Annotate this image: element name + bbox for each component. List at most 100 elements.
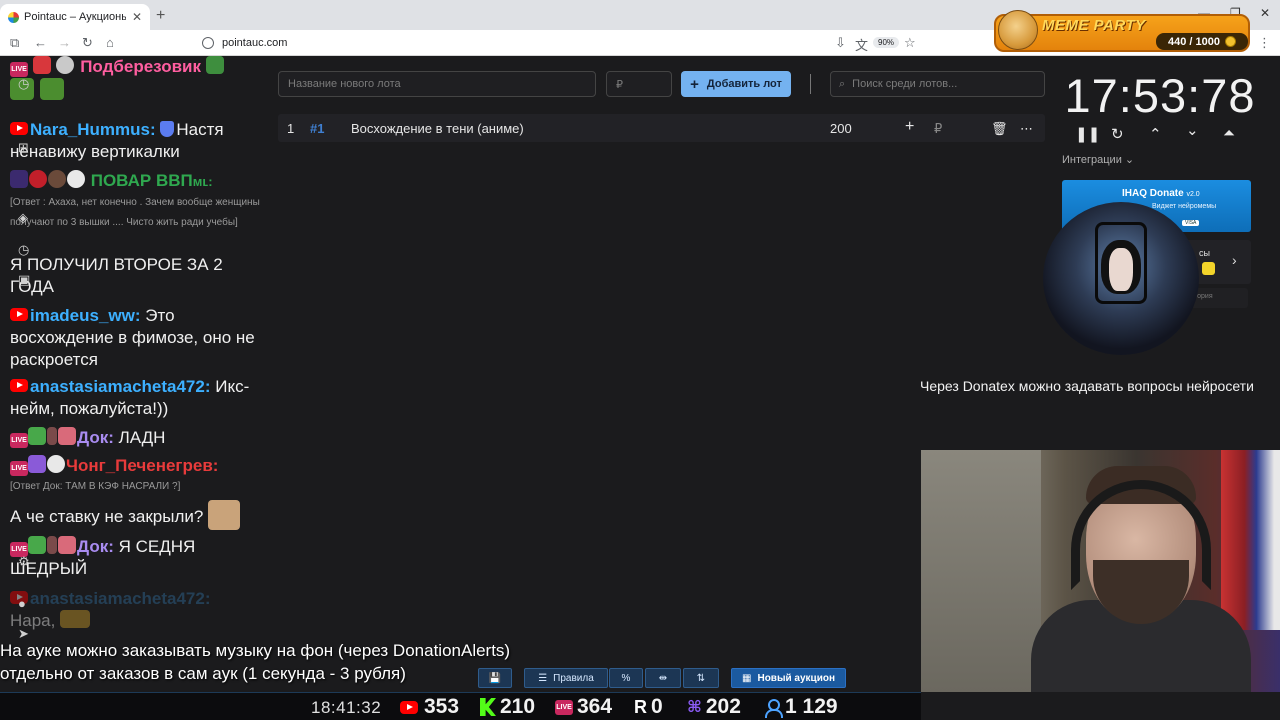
- rules-label: Правила: [553, 672, 594, 684]
- lot-search-input[interactable]: ⌕ Поиск среди лотов...: [830, 71, 1045, 97]
- new-auction-button[interactable]: ▦ Новый аукцион: [731, 668, 846, 688]
- add-lot-label: Добавить лот: [706, 78, 782, 90]
- chat-message: anastasiamacheta472: Нара,: [10, 588, 262, 632]
- split-button[interactable]: ⇹: [645, 668, 681, 688]
- chat-message: Я ПОЛУЧИЛ ВТОРОЕ ЗА 2 ГОДА: [10, 254, 262, 298]
- chat-message: Nara_Hummus: Настя ненавижу вертикалки: [10, 119, 262, 163]
- plus-icon: +: [690, 75, 699, 93]
- twitch-icon: ⌘: [687, 699, 702, 716]
- save-icon-button[interactable]: 💾: [478, 668, 512, 688]
- forward-icon[interactable]: →: [58, 35, 71, 50]
- emote-icon: [28, 536, 46, 554]
- chat-nick: anastasiamacheta472:: [30, 377, 211, 396]
- new-auction-label: Новый аукцион: [757, 672, 835, 684]
- translate-icon[interactable]: 文: [855, 35, 868, 54]
- timer-increase-icon[interactable]: ⌃: [1149, 125, 1162, 143]
- browser-tab[interactable]: Pointauc – Аукционы, лотерея ✕: [0, 4, 150, 30]
- chat-nick: Док:: [77, 537, 114, 556]
- address-bar[interactable]: pointauc.com: [202, 33, 922, 53]
- percent-icon: %: [621, 672, 631, 684]
- kick-viewers: 210: [480, 695, 535, 719]
- new-tab-icon[interactable]: +: [156, 7, 165, 25]
- sort-icon: ⇅: [696, 672, 706, 684]
- home-icon[interactable]: ⌂: [106, 35, 114, 50]
- sort-button[interactable]: ⇅: [683, 668, 719, 688]
- reset-timer-icon[interactable]: ↻: [1111, 125, 1124, 143]
- search-icon: ⌕: [839, 77, 846, 90]
- twitch-viewers: ⌘ 202: [687, 695, 741, 719]
- chat-message: LIVE Чонг_Печенегрев: [Ответ Док: ТАМ В К…: [10, 455, 262, 497]
- tab-actions-icon[interactable]: ⧉: [10, 35, 19, 51]
- emote-icon: [58, 427, 76, 445]
- vk-live-icon: LIVE: [555, 699, 573, 715]
- close-window-icon[interactable]: ✕: [1260, 6, 1270, 20]
- lot-row[interactable]: 1 #1 Восхождение в тени (аниме) 200 + ₽ …: [278, 114, 1045, 142]
- total-viewers: 1 129: [763, 695, 838, 719]
- favicon-icon: [8, 11, 19, 23]
- delete-lot-icon[interactable]: 🗑: [991, 121, 1008, 137]
- sidebar-stats-icon[interactable]: ◷: [18, 76, 29, 92]
- chevron-down-icon: ⌄: [1124, 154, 1135, 166]
- percent-button[interactable]: %: [609, 668, 643, 688]
- github-icon[interactable]: ●: [18, 596, 26, 611]
- meme-party-counter: 440 / 1000: [1156, 33, 1248, 50]
- emote-icon: [60, 610, 91, 628]
- emote-icon: [205, 56, 224, 74]
- ihaq-subtitle: Виджет нейромемы: [1152, 203, 1217, 210]
- emote-icon: [48, 170, 66, 188]
- chevron-right-icon: ›: [1232, 252, 1237, 268]
- sidebar-lots-icon[interactable]: ⊞: [18, 140, 29, 156]
- integration-card-title: сы: [1199, 248, 1210, 258]
- close-tab-icon[interactable]: ✕: [132, 10, 142, 24]
- emote-icon: [10, 170, 28, 188]
- sidebar-layers-icon[interactable]: ◈: [18, 210, 28, 226]
- vtuber-avatar: [1043, 202, 1199, 355]
- integrations-toggle[interactable]: Интеграции ⌄: [1062, 153, 1134, 166]
- twitch-count: 202: [705, 695, 741, 718]
- bookmark-star-icon[interactable]: ☆: [904, 35, 916, 51]
- lot-id: #1: [310, 121, 325, 136]
- address-text: pointauc.com: [222, 37, 288, 49]
- vk-live-icon: LIVE: [10, 461, 28, 476]
- timer-decrease-icon[interactable]: ⌄: [1186, 121, 1199, 139]
- pause-icon[interactable]: ❚❚: [1075, 125, 1100, 143]
- new-lot-price-input[interactable]: ₽: [606, 71, 672, 97]
- integrations-label: Интеграции: [1062, 154, 1122, 166]
- new-auction-icon: ▦: [742, 672, 752, 684]
- youtube-icon: [400, 700, 418, 714]
- meme-party-count: 440 / 1000: [1168, 35, 1220, 48]
- youtube-icon: [10, 308, 28, 321]
- donatex-caption: Через Donatex можно задавать вопросы ней…: [920, 378, 1254, 394]
- lot-currency[interactable]: ₽: [934, 121, 942, 137]
- sidebar-history-icon[interactable]: ◷: [18, 242, 29, 258]
- download-icon[interactable]: ⇩: [835, 35, 846, 51]
- menu-icon[interactable]: ⋮: [1258, 35, 1271, 51]
- add-lot-button[interactable]: + Добавить лот: [681, 71, 791, 97]
- chat-text: А че ставку не закрыли?: [10, 507, 204, 526]
- rules-button[interactable]: ☰ Правила: [524, 668, 608, 688]
- sidebar-media-icon[interactable]: ▣: [18, 272, 30, 288]
- toolbar-divider: [810, 74, 811, 94]
- chat-text: Нара,: [10, 611, 56, 630]
- timer-max-icon[interactable]: ⏶: [1223, 125, 1235, 142]
- zoom-indicator[interactable]: 90%: [873, 37, 900, 48]
- reload-icon[interactable]: ↻: [82, 35, 93, 51]
- chat-message: imadeus_ww: Это восхождение в фимозе, он…: [10, 305, 262, 371]
- youtube-count: 353: [424, 695, 460, 718]
- emote-icon: [28, 427, 46, 445]
- chat-nick: imadeus_ww:: [30, 306, 141, 325]
- new-lot-name-input[interactable]: Название нового лота: [278, 71, 596, 97]
- lot-name[interactable]: Восхождение в тени (аниме): [351, 121, 524, 136]
- site-info-icon[interactable]: [202, 37, 214, 49]
- add-amount-icon[interactable]: +: [905, 118, 914, 136]
- lot-amount[interactable]: 200: [830, 121, 852, 136]
- viewer-stats-bar: 18:41:32 353 210 LIVE 364 R 0 ⌘ 202 1 12…: [0, 692, 921, 720]
- back-icon[interactable]: ←: [34, 35, 47, 50]
- sidebar-settings-icon[interactable]: ⚙: [18, 554, 30, 570]
- youtube-icon: [10, 122, 28, 135]
- user-icon: [763, 698, 783, 718]
- screen: Pointauc – Аукционы, лотерея ✕ + ⌄ — ❐ ✕…: [0, 0, 1280, 720]
- webcam-flag: [1221, 450, 1280, 630]
- lot-menu-icon[interactable]: ⋯: [1020, 121, 1033, 137]
- cat-emote-icon: [208, 500, 241, 530]
